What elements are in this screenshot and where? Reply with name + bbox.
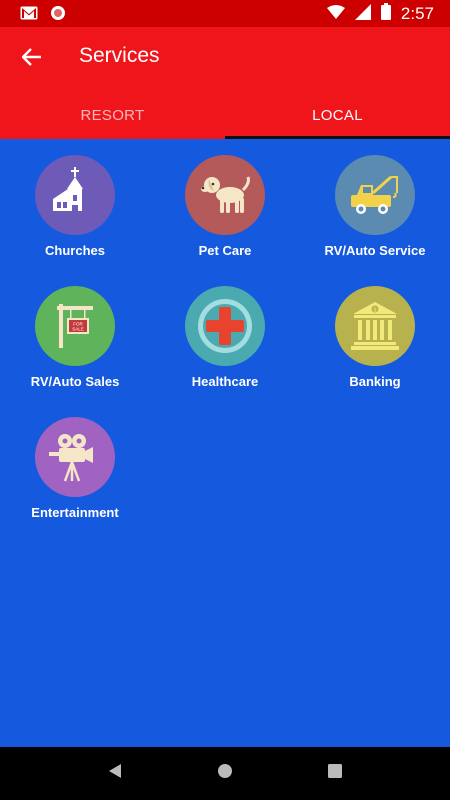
service-tile-rv-auto-service[interactable]: RV/Auto Service (300, 139, 450, 270)
dog-icon (185, 155, 265, 235)
service-tile-entertainment[interactable]: Entertainment (0, 401, 150, 532)
service-label: RV/Auto Service (324, 243, 426, 258)
svg-text:SALE: SALE (72, 327, 84, 332)
recents-square-icon (328, 764, 342, 783)
app-bar: Services RESORT LOCAL (0, 27, 450, 139)
nav-home-button[interactable] (205, 754, 245, 794)
nav-back-button[interactable] (95, 754, 135, 794)
navigation-bar (0, 747, 450, 800)
service-tile-pet-care[interactable]: Pet Care (150, 139, 300, 270)
tab-bar: RESORT LOCAL (0, 91, 450, 139)
service-tile-churches[interactable]: Churches (0, 139, 150, 270)
movie-camera-icon (35, 417, 115, 497)
page-title: Services (79, 44, 160, 67)
tow-truck-icon (335, 155, 415, 235)
service-tile-banking[interactable]: $ Banking (300, 270, 450, 401)
home-circle-icon (217, 763, 233, 784)
signal-icon (354, 3, 371, 25)
nav-recents-button[interactable] (315, 754, 355, 794)
svg-text:$: $ (374, 308, 377, 314)
back-button[interactable] (16, 43, 48, 75)
circle-notification-icon (50, 5, 66, 26)
for-sale-sign-icon: FOR SALE (35, 286, 115, 366)
status-bar: 2:57 (0, 0, 450, 27)
wifi-icon (326, 4, 345, 24)
service-tile-healthcare[interactable]: Healthcare (150, 270, 300, 401)
tab-resort[interactable]: RESORT (0, 91, 225, 139)
service-label: Entertainment (31, 505, 119, 520)
service-label: Churches (45, 243, 105, 258)
service-label: Banking (349, 374, 401, 389)
bank-icon: $ (335, 286, 415, 366)
service-label: Pet Care (198, 243, 252, 258)
status-time: 2:57 (400, 4, 434, 23)
service-label: Healthcare (191, 374, 259, 389)
arrow-back-icon (21, 47, 42, 71)
church-icon (35, 155, 115, 235)
battery-icon (380, 3, 391, 25)
medical-cross-icon (185, 286, 265, 366)
gmail-icon (20, 6, 38, 25)
service-tile-rv-auto-sales[interactable]: FOR SALE RV/Auto Sales (0, 270, 150, 401)
tab-local[interactable]: LOCAL (225, 91, 450, 139)
back-triangle-icon (108, 763, 122, 784)
service-label: RV/Auto Sales (30, 374, 120, 389)
